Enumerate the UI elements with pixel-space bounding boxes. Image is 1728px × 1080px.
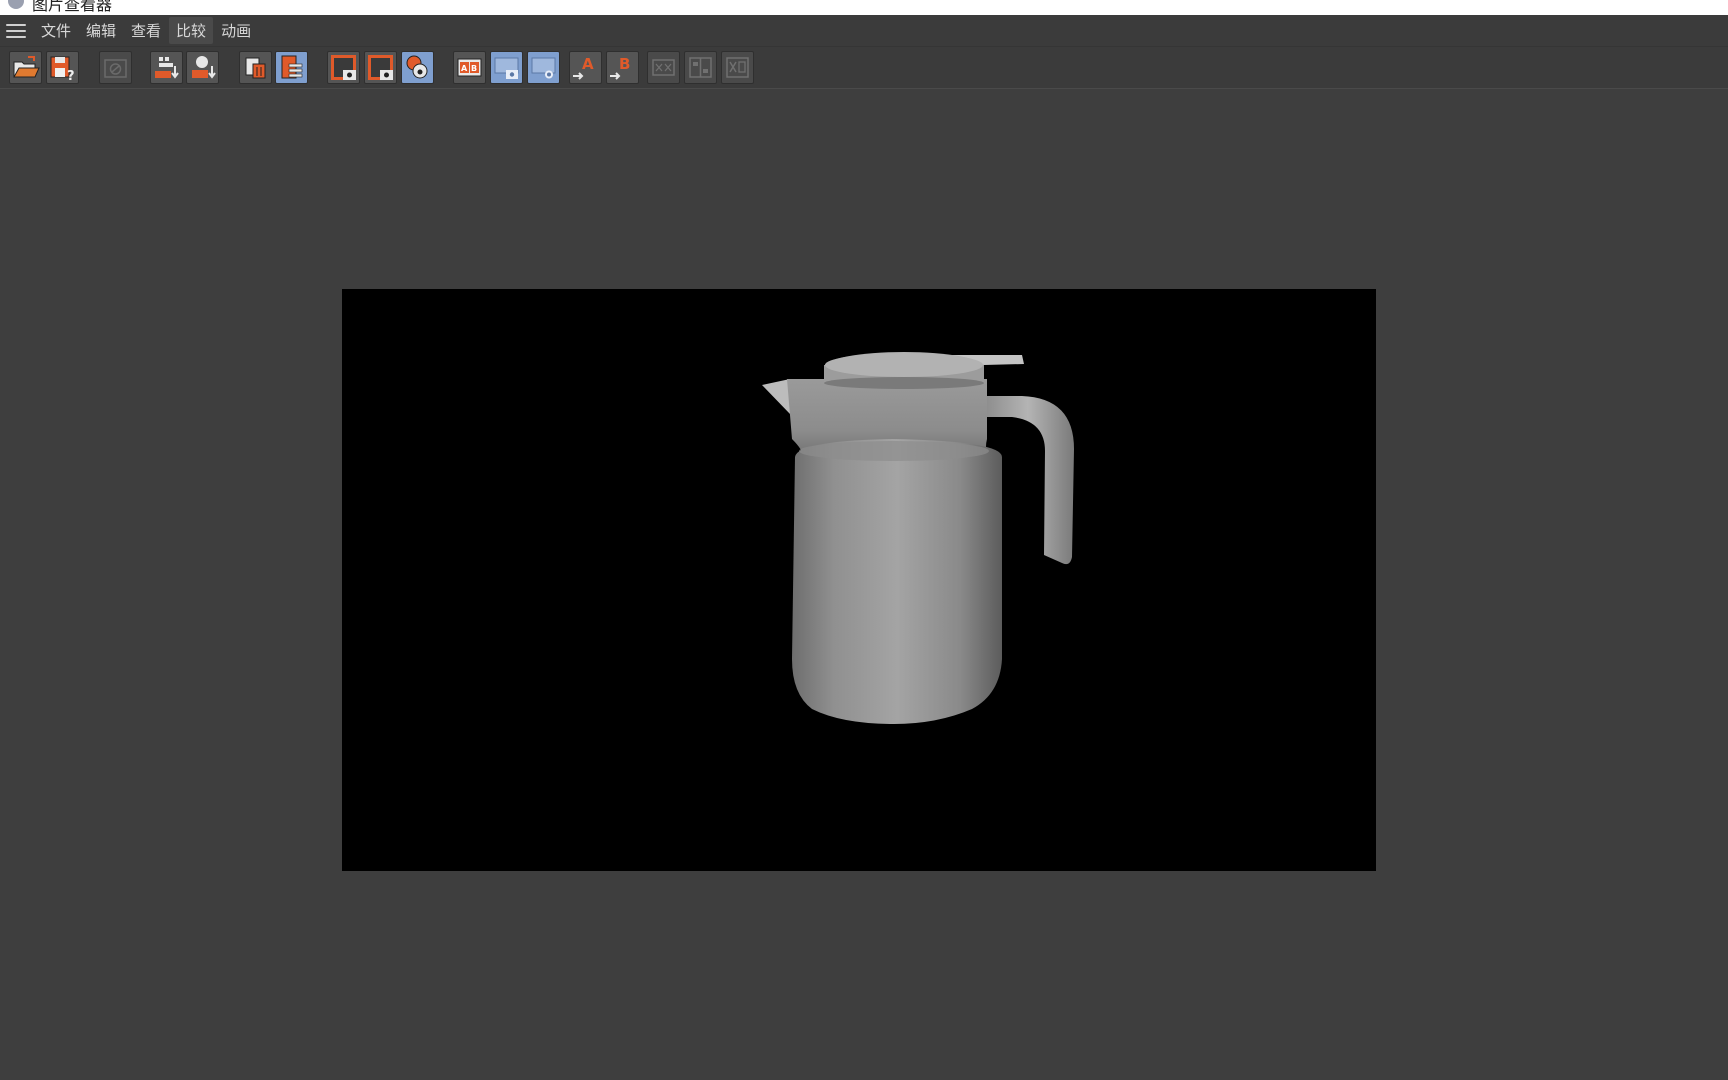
view-overlay-icon [406,55,428,79]
hamburger-menu-icon[interactable] [6,23,26,38]
ab-compare-icon: A B [457,58,482,77]
menu-compare[interactable]: 比较 [169,17,214,44]
difference-view-icon [726,57,749,78]
save-as-button[interactable]: ? [46,51,79,84]
delete-image-icon [245,57,266,79]
app-logo-icon [8,0,24,9]
toolbar: ? A B A B [0,47,1728,89]
menu-animation[interactable]: 动画 [214,17,258,44]
svg-text:A: A [582,55,594,73]
menu-file[interactable]: 文件 [34,17,78,44]
stop-render-icon [104,59,127,78]
export-snapshot-icon [192,56,216,79]
ab-compare-view-a-icon [494,57,519,79]
svg-text:B: B [471,64,477,73]
zoom-fit-button[interactable] [150,51,183,84]
svg-text:B: B [619,55,630,73]
save-as-icon: ? [50,56,75,83]
stop-render-button[interactable] [99,51,132,84]
delete-image-button[interactable] [239,51,272,84]
open-icon [13,56,40,78]
difference-view-button[interactable] [721,51,754,84]
window-title: 图片查看器 [32,0,113,14]
view-channel-a-icon [331,55,356,80]
view-overlay-button[interactable] [401,51,434,84]
swap-ab-button[interactable] [647,51,680,84]
menu-bar: 文件 编辑 查看 比较 动画 [0,15,1728,47]
render-image [342,289,1376,871]
ab-compare-button[interactable]: A B [453,51,486,84]
view-channel-b-button[interactable] [364,51,397,84]
menu-view[interactable]: 查看 [124,17,168,44]
set-as-a-icon: A [573,55,594,80]
swap-ab-icon [652,59,675,76]
split-view-button[interactable] [684,51,717,84]
svg-text:A: A [461,64,468,73]
image-viewport[interactable] [0,89,1728,1077]
open-button[interactable] [9,51,42,84]
kettle-render [762,352,1074,724]
split-view-icon [689,57,712,78]
history-list-button[interactable] [275,51,308,84]
menu-edit[interactable]: 编辑 [79,17,123,44]
svg-text:?: ? [67,69,75,83]
ab-compare-view-b-button[interactable] [527,51,560,84]
set-as-b-button[interactable]: B [606,51,639,84]
export-snapshot-button[interactable] [186,51,219,84]
set-as-a-button[interactable]: A [569,51,602,84]
history-list-icon [281,55,303,79]
zoom-fit-icon [155,57,179,79]
view-channel-a-button[interactable] [327,51,360,84]
set-as-b-icon: B [610,55,630,80]
title-bar: 图片查看器 [0,0,1728,15]
ab-compare-view-b-icon [531,57,556,79]
view-channel-b-icon [368,55,393,80]
ab-compare-view-a-button[interactable] [490,51,523,84]
